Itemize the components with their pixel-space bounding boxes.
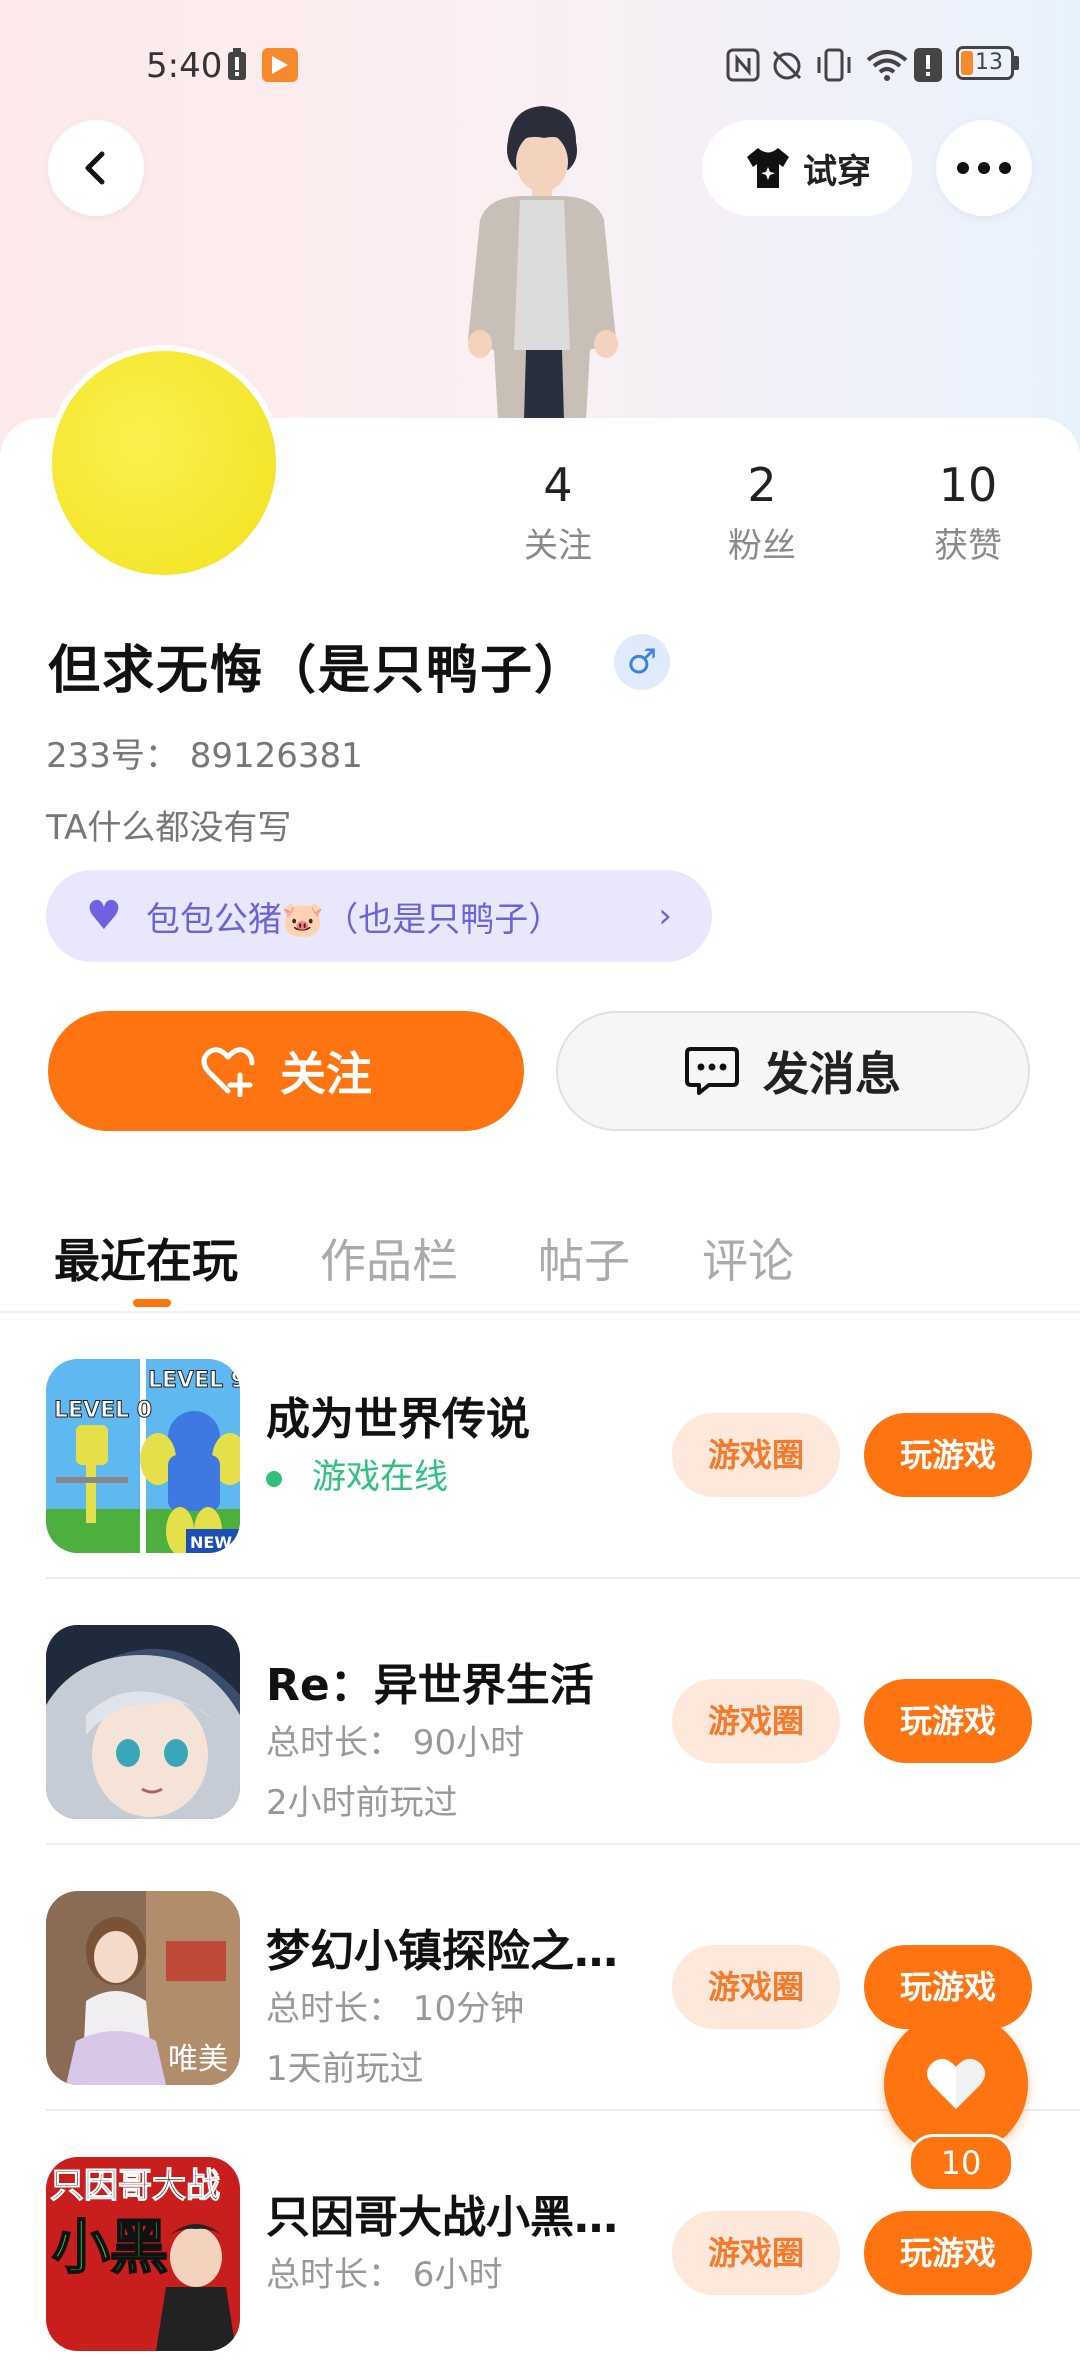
battery-icon: 13 xyxy=(956,46,1014,80)
play-game-button[interactable]: 玩游戏 xyxy=(864,2211,1032,2295)
tab-recent-play[interactable]: 最近在玩 xyxy=(54,1225,238,1291)
game1-level-right-text: LEVEL 999 xyxy=(148,1368,240,1393)
stat-likes-value: 10 xyxy=(938,458,998,512)
cp-relationship-badge[interactable]: ♥ 包包公猪🐷（也是只鸭子） › xyxy=(46,870,712,962)
stat-followers[interactable]: 2 粉丝 xyxy=(692,458,832,567)
back-button[interactable] xyxy=(48,120,144,216)
app-notification-icon xyxy=(262,48,298,82)
heart-icon xyxy=(927,2058,985,2109)
send-message-label: 发消息 xyxy=(763,1047,901,1101)
game-row[interactable]: Re：异世界生活 总时长： 90小时 2小时前玩过 游戏圈 玩游戏 xyxy=(0,1579,1080,1845)
game-online-status: 游戏在线 xyxy=(266,1449,448,1498)
try-on-label: 试穿 xyxy=(803,151,871,192)
gender-male-icon: ♂ xyxy=(614,634,670,690)
game-last-played: 1天前玩过 xyxy=(266,2049,424,2089)
status-bar: 5:40 13 xyxy=(0,40,1080,90)
game-circle-button[interactable]: 游戏圈 xyxy=(672,1945,840,2029)
send-message-button[interactable]: 发消息 xyxy=(556,1011,1030,1131)
game-icon: 只因哥大战 小黑 xyxy=(46,2157,240,2351)
more-dots-icon xyxy=(957,162,1011,174)
game3-badge-text: 唯美 xyxy=(168,2042,228,2077)
try-on-button[interactable]: 试穿 xyxy=(702,120,912,216)
like-count-badge: 10 xyxy=(908,2134,1014,2192)
profile-uid[interactable]: 233号： 89126381 xyxy=(46,728,363,777)
game-title: 只因哥大战小黑… xyxy=(266,2192,618,2243)
follow-button[interactable]: 关注 xyxy=(48,1011,524,1131)
avatar-character-figure xyxy=(468,106,618,420)
game-row[interactable]: LEVEL 0 LEVEL 999 NEW 成为世界传说 游戏在线 游戏圈 玩游… xyxy=(0,1313,1080,1579)
game-total-time: 总时长： 6小时 xyxy=(266,2255,503,2295)
game-icon: LEVEL 0 LEVEL 999 NEW xyxy=(46,1359,240,1553)
nfc-icon xyxy=(726,48,760,82)
stat-likes[interactable]: 10 获赞 xyxy=(898,458,1038,567)
game4-big-text: 小黑 xyxy=(52,2213,168,2281)
battery-level: 13 xyxy=(975,50,1003,75)
tab-posts[interactable]: 帖子 xyxy=(538,1225,630,1291)
tab-active-indicator xyxy=(133,1299,171,1307)
heart-plus-icon xyxy=(201,1047,255,1097)
game-online-text: 游戏在线 xyxy=(312,1457,448,1497)
cp-partner-name: 包包公猪🐷（也是只鸭子） xyxy=(145,899,563,940)
user-avatar[interactable] xyxy=(46,345,282,581)
battery-alert-icon xyxy=(228,48,246,80)
stat-likes-label: 获赞 xyxy=(934,526,1002,566)
profile-tabs: 最近在玩 作品栏 帖子 评论 xyxy=(0,1215,1080,1311)
stat-following-label: 关注 xyxy=(524,526,592,566)
profile-bio: TA什么都没有写 xyxy=(46,808,292,848)
game-total-time: 总时长： 10分钟 xyxy=(266,1989,525,2029)
signal-alert-icon xyxy=(914,48,942,82)
game-circle-button[interactable]: 游戏圈 xyxy=(672,1413,840,1497)
stat-following[interactable]: 4 关注 xyxy=(488,458,628,567)
game-last-played: 2小时前玩过 xyxy=(266,1783,458,1823)
follow-label: 关注 xyxy=(280,1047,372,1101)
game-title: 梦幻小镇探险之… xyxy=(266,1926,618,1977)
game-title: Re：异世界生活 xyxy=(266,1660,594,1711)
alarm-off-icon xyxy=(772,50,802,80)
double-heart-icon: ♥ xyxy=(86,893,122,939)
tshirt-icon xyxy=(747,148,789,188)
game1-new-badge: NEW xyxy=(190,1533,232,1552)
tab-works[interactable]: 作品栏 xyxy=(320,1225,458,1291)
game-circle-button[interactable]: 游戏圈 xyxy=(672,2211,840,2295)
game1-level-left-text: LEVEL 0 xyxy=(54,1398,152,1423)
chevron-right-icon: › xyxy=(658,896,672,936)
tab-comments[interactable]: 评论 xyxy=(702,1225,794,1291)
chat-bubble-icon xyxy=(685,1047,739,1095)
game-icon xyxy=(46,1625,240,1819)
profile-name: 但求无悔（是只鸭子） xyxy=(48,641,589,701)
stat-followers-value: 2 xyxy=(747,458,777,512)
status-time: 5:40 xyxy=(146,46,223,86)
play-game-button[interactable]: 玩游戏 xyxy=(864,1413,1032,1497)
more-button[interactable] xyxy=(936,120,1032,216)
chevron-left-icon xyxy=(85,151,105,185)
game-total-time: 总时长： 90小时 xyxy=(266,1723,525,1763)
game-icon: 唯美 xyxy=(46,1891,240,2085)
game-circle-button[interactable]: 游戏圈 xyxy=(672,1679,840,1763)
play-game-button[interactable]: 玩游戏 xyxy=(864,1679,1032,1763)
online-dot-icon xyxy=(266,1470,282,1487)
vibrate-icon xyxy=(817,48,851,82)
game-title: 成为世界传说 xyxy=(266,1394,530,1445)
stat-following-value: 4 xyxy=(543,458,573,512)
game4-banner-text: 只因哥大战 xyxy=(50,2166,220,2206)
stat-followers-label: 粉丝 xyxy=(728,526,796,566)
wifi-icon xyxy=(866,50,908,81)
